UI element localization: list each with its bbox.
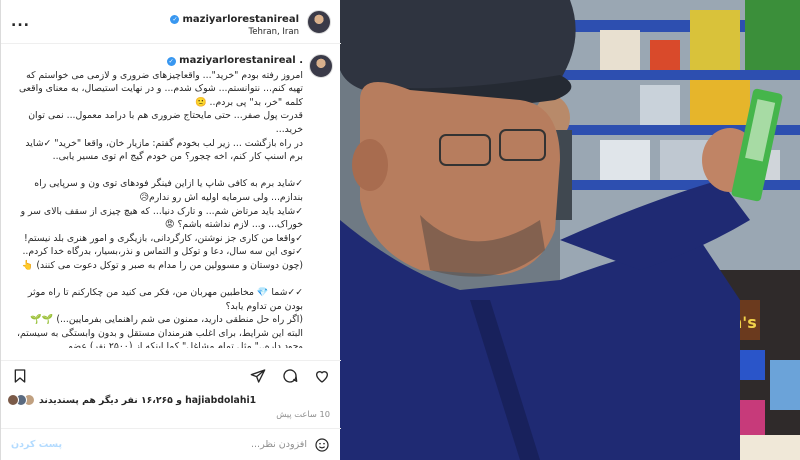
avatar[interactable]	[307, 9, 331, 34]
send-icon[interactable]	[249, 367, 267, 385]
likes-text: hajiabdolahi1 و ۱۶،۲۶۵ نفر دیگر هم پسندی…	[39, 394, 257, 406]
action-bar-left	[11, 367, 29, 385]
post-comment-button[interactable]: پست کردن	[11, 439, 62, 450]
caption-text: امروز رفته بودم "خرید"... واقعاچیزهای ضر…	[16, 69, 303, 348]
caption-lead: .	[299, 55, 303, 66]
post-header: ... ✓ maziyarlorestanireal Tehran, Iran	[1, 0, 341, 44]
post-details-pane: ... ✓ maziyarlorestanireal Tehran, Iran …	[0, 0, 341, 460]
likes-summary[interactable]: hajiabdolahi1 و ۱۶،۲۶۵ نفر دیگر هم پسندی…	[1, 392, 341, 408]
verified-badge-icon: ✓	[170, 15, 180, 24]
comment-input[interactable]	[68, 439, 307, 450]
liker-avatar	[7, 394, 19, 406]
verified-badge-icon: ✓	[166, 57, 176, 66]
smiley-icon[interactable]	[313, 436, 331, 454]
header-username[interactable]: ✓ maziyarlorestanireal	[170, 14, 299, 25]
bookmark-icon[interactable]	[11, 367, 29, 385]
action-bar-right	[249, 367, 331, 385]
heart-icon[interactable]	[313, 367, 331, 385]
caption-row: ✓ maziyarlorestanireal . امروز رفته بودم…	[9, 54, 333, 348]
caption-area: ✓ maziyarlorestanireal . امروز رفته بودم…	[1, 50, 341, 348]
caption-username[interactable]: ✓ maziyarlorestanireal .	[9, 54, 303, 68]
caption-body: ✓ maziyarlorestanireal . امروز رفته بودم…	[9, 54, 303, 348]
header-username-text: maziyarlorestanireal	[182, 14, 299, 25]
post-timestamp: 10 ساعت پیش	[276, 409, 330, 419]
more-options-button[interactable]: ...	[11, 14, 41, 30]
header-location[interactable]: Tehran, Iran	[41, 27, 299, 37]
action-bar	[1, 360, 341, 390]
liker-avatars	[7, 394, 35, 406]
comment-icon[interactable]	[281, 367, 299, 385]
header-info: ✓ maziyarlorestanireal Tehran, Iran	[41, 6, 307, 37]
caption-avatar[interactable]	[309, 54, 333, 78]
comment-bar: پست کردن	[1, 428, 341, 460]
caption-username-text: maziyarlorestanireal	[179, 55, 296, 66]
